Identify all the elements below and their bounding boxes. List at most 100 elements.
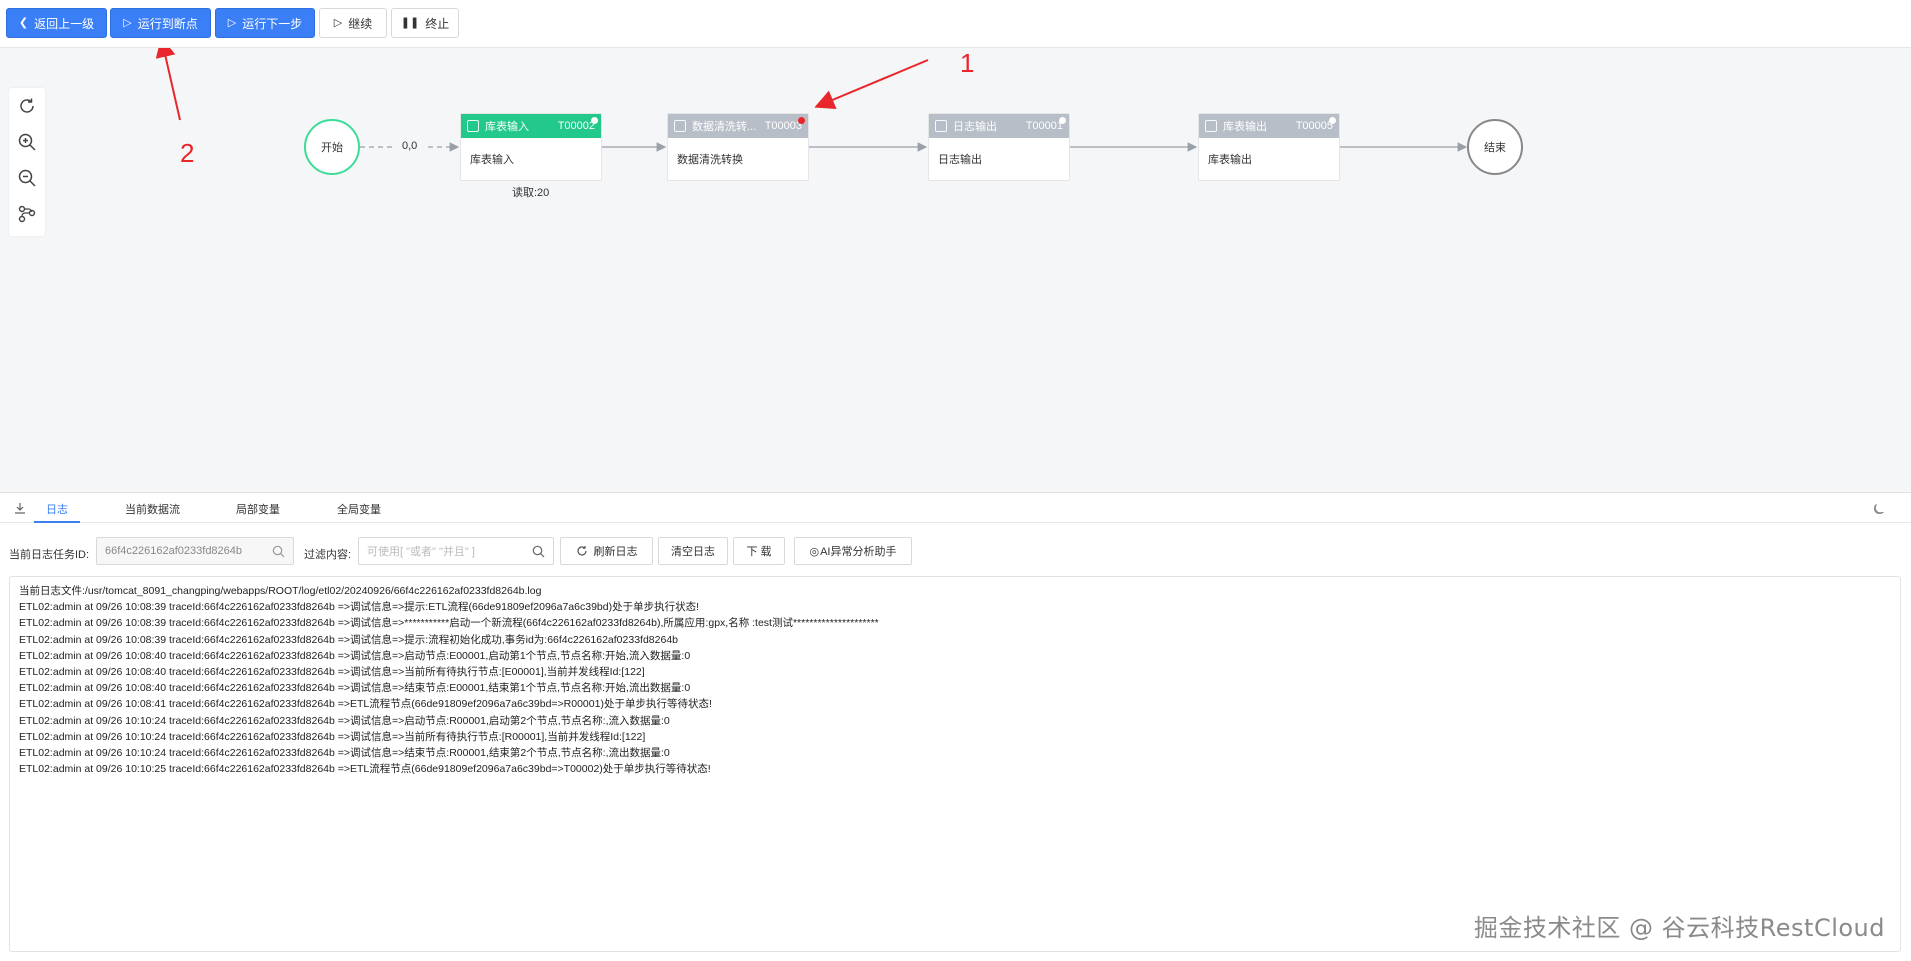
node-header: 日志输出 T00001 <box>929 114 1069 138</box>
node-title: 库表输出 <box>1223 121 1267 133</box>
clear-log-label: 清空日志 <box>671 546 715 558</box>
flow-node[interactable]: 库表输出 T00005 库表输出 <box>1198 113 1340 181</box>
moon-icon[interactable] <box>1872 502 1886 516</box>
node-code: T00003 <box>764 120 802 132</box>
log-line: ETL02:admin at 09/26 10:10:24 traceId:66… <box>19 730 646 743</box>
task-id-input[interactable]: 66f4c226162af0233fd8264b <box>96 537 294 565</box>
run-next-step-button[interactable]: ▷ 运行下一步 <box>215 8 315 38</box>
log-line: ETL02:admin at 09/26 10:08:39 traceId:66… <box>19 633 678 646</box>
flow-node[interactable]: 日志输出 T00001 日志输出 <box>928 113 1070 181</box>
start-node-label: 开始 <box>321 142 343 154</box>
refresh-log-label: 刷新日志 <box>593 546 638 558</box>
tab-current-dataflow[interactable]: 当前数据流 <box>125 501 180 517</box>
annotation-arrow-1 <box>814 59 929 110</box>
download-button[interactable]: 下 载 <box>733 537 785 565</box>
toolbar: ❮ 返回上一级 ▷ 运行到断点 ▷ 运行下一步 ▷ 继续 ❚❚ 终止 <box>0 0 1911 48</box>
log-line: ETL02:admin at 09/26 10:10:24 traceId:66… <box>19 714 670 727</box>
watermark: 掘金技术社区 @ 谷云科技RestCloud <box>1473 914 1885 942</box>
end-node-label: 结束 <box>1484 142 1506 154</box>
edge-label: 0,0 <box>402 140 418 152</box>
run-to-breakpoint-button[interactable]: ▷ 运行到断点 <box>110 8 211 38</box>
data-clean-icon <box>674 120 686 132</box>
node-read-count: 读取:20 <box>512 187 550 199</box>
filter-input[interactable]: 可使用[ "或者" "并且" ] <box>358 537 554 565</box>
canvas-tools <box>9 88 45 236</box>
node-body: 库表输入 <box>470 154 514 166</box>
log-line: 当前日志文件:/usr/tomcat_8091_changping/webapp… <box>19 585 542 597</box>
back-button-label: 返回上一级 <box>34 16 95 31</box>
run-to-breakpoint-label: 运行到断点 <box>137 16 198 31</box>
node-body: 日志输出 <box>938 154 982 166</box>
annotation-arrow-2 <box>155 48 181 121</box>
node-body: 库表输出 <box>1208 154 1252 166</box>
log-line: ETL02:admin at 09/26 10:10:24 traceId:66… <box>19 747 670 760</box>
download-label: 下 载 <box>746 546 772 558</box>
flow-node[interactable]: 库表输入 T00002 库表输入 <box>460 113 602 181</box>
log-line: ETL02:admin at 09/26 10:08:40 traceId:66… <box>19 666 645 679</box>
stop-button[interactable]: ❚❚ 终止 <box>391 8 459 38</box>
ai-analysis-label: AI异常分析助手 <box>820 546 897 558</box>
log-line: ETL02:admin at 09/26 10:08:40 traceId:66… <box>19 682 691 695</box>
status-dot[interactable] <box>1329 117 1336 124</box>
ai-analysis-button[interactable]: ◎ AI异常分析助手 <box>794 537 912 565</box>
log-line: ETL02:admin at 09/26 10:08:39 traceId:66… <box>19 601 700 614</box>
node-code: T00002 <box>557 120 595 132</box>
log-line: ETL02:admin at 09/26 10:08:41 traceId:66… <box>19 698 712 711</box>
back-button[interactable]: ❮ 返回上一级 <box>6 8 107 38</box>
node-code: T00001 <box>1025 120 1063 132</box>
task-id-value: 66f4c226162af0233fd8264b <box>105 545 243 557</box>
tab-log[interactable]: 日志 <box>46 501 68 517</box>
node-title: 日志输出 <box>953 121 997 133</box>
table-output-icon <box>1205 120 1217 132</box>
start-node[interactable]: 开始 <box>304 119 360 175</box>
download-icon[interactable] <box>14 502 26 514</box>
node-header: 库表输入 T00002 <box>461 114 601 138</box>
annotation-label-1: 1 <box>960 48 975 78</box>
chevron-left-icon: ❮ <box>18 16 29 29</box>
table-input-icon <box>467 120 479 132</box>
refresh-icon[interactable] <box>17 96 37 116</box>
log-output-icon <box>935 120 947 132</box>
flow-node[interactable]: 数据清洗转... T00003 数据清洗转换 <box>667 113 809 181</box>
debug-panel: 日志 当前数据流 局部变量 全局变量 当前日志任务ID: 66f4c226162… <box>0 492 1911 961</box>
ai-icon: ◎ <box>809 545 820 558</box>
status-dot[interactable] <box>1059 117 1066 124</box>
stop-label: 终止 <box>425 16 450 31</box>
log-output[interactable]: 当前日志文件:/usr/tomcat_8091_changping/webapp… <box>9 576 1901 952</box>
active-tab-indicator <box>34 521 80 523</box>
refresh-log-button[interactable]: 刷新日志 <box>560 537 653 565</box>
pause-icon: ❚❚ <box>400 16 420 29</box>
log-filter-bar: 当前日志任务ID: 66f4c226162af0233fd8264b 过滤内容:… <box>0 537 1911 567</box>
breakpoint-dot[interactable] <box>798 117 805 124</box>
node-header: 数据清洗转... T00003 <box>668 114 808 138</box>
search-icon[interactable] <box>532 545 545 558</box>
node-title: 库表输入 <box>485 121 529 133</box>
refresh-icon <box>576 546 587 556</box>
run-next-step-label: 运行下一步 <box>242 16 303 31</box>
log-line: ETL02:admin at 09/26 10:10:25 traceId:66… <box>19 763 711 776</box>
flow-canvas[interactable]: 开始 0,0 库表输入 T00002 库表输入 读取:20 数据清洗转... T… <box>0 48 1911 492</box>
play-circle-icon: ▷ <box>333 16 343 29</box>
clear-log-button[interactable]: 清空日志 <box>658 537 728 565</box>
node-code: T00005 <box>1295 120 1333 132</box>
log-line: ETL02:admin at 09/26 10:08:39 traceId:66… <box>19 617 879 630</box>
layout-icon[interactable] <box>17 204 37 224</box>
play-circle-icon: ▷ <box>227 16 237 29</box>
status-dot[interactable] <box>591 117 598 124</box>
continue-button[interactable]: ▷ 继续 <box>319 8 387 38</box>
zoom-in-icon[interactable] <box>17 132 37 152</box>
node-body: 数据清洗转换 <box>677 154 743 166</box>
tab-local-vars[interactable]: 局部变量 <box>236 501 280 517</box>
node-header: 库表输出 T00005 <box>1199 114 1339 138</box>
end-node[interactable]: 结束 <box>1467 119 1523 175</box>
play-circle-icon: ▷ <box>123 16 132 29</box>
annotation-label-2: 2 <box>180 138 195 168</box>
log-line: ETL02:admin at 09/26 10:08:40 traceId:66… <box>19 649 691 662</box>
continue-label: 继续 <box>348 16 373 31</box>
node-title: 数据清洗转... <box>692 121 757 133</box>
filter-label: 过滤内容: <box>304 549 352 561</box>
search-icon[interactable] <box>272 545 285 558</box>
zoom-out-icon[interactable] <box>17 168 37 188</box>
tab-global-vars[interactable]: 全局变量 <box>337 501 381 517</box>
task-id-label: 当前日志任务ID: <box>9 549 90 561</box>
